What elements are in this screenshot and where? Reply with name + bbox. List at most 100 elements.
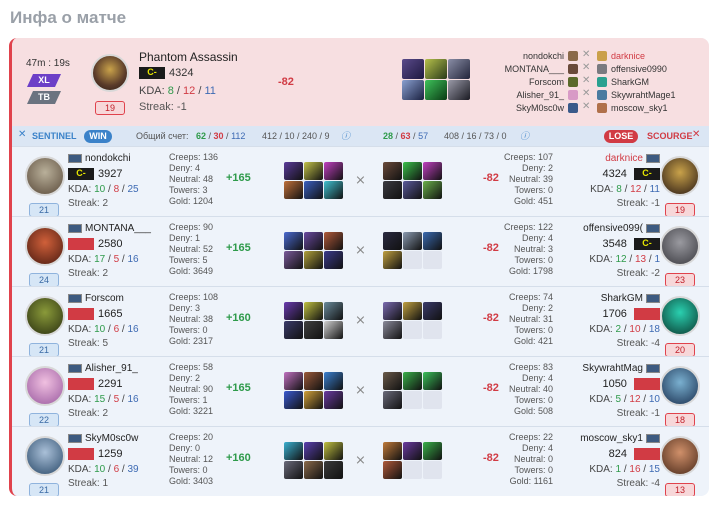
stat-gold: Gold: 3403 <box>169 476 214 486</box>
item-icon <box>304 442 323 460</box>
table-row: 21 SkyM0sc0w 1259 KDA: 10 / 6 / 39 Strea… <box>12 426 709 496</box>
item-icon <box>403 391 422 409</box>
flag-icon <box>646 363 660 373</box>
item-icon <box>402 59 424 79</box>
stat-neutral: Neutral: 52 <box>169 244 214 254</box>
item-icon <box>423 442 442 460</box>
player-name[interactable]: MONTANA___ <box>68 223 151 234</box>
match-card: 47m : 19s XL TB 19 Phantom Assassin C- 43… <box>9 38 709 496</box>
hero-avatar[interactable] <box>660 296 700 336</box>
stat-towers: Towers: 0 <box>514 465 553 475</box>
item-icon <box>403 181 422 199</box>
item-icon <box>383 372 402 390</box>
player-name[interactable]: nondokchi <box>68 153 131 164</box>
player-streak: Streak: 2 <box>68 408 109 419</box>
rank-badge <box>68 238 94 251</box>
item-icon <box>304 181 323 199</box>
player-link[interactable]: moscow_sky1 <box>611 103 668 113</box>
player-link[interactable]: Forscom <box>529 77 564 87</box>
hero-mini-icon <box>597 103 607 113</box>
item-icon <box>402 80 424 100</box>
info-icon[interactable]: ⓘ <box>341 129 350 142</box>
hero-avatar[interactable] <box>660 156 700 196</box>
player-link[interactable]: nondokchi <box>523 51 564 61</box>
stat-neutral: Neutral: 12 <box>169 454 214 464</box>
player-link[interactable]: MONTANA___ <box>505 64 564 74</box>
versus-icon: ✕ <box>582 101 591 112</box>
stat-deny: Deny: 2 <box>521 303 553 313</box>
mvp-items <box>402 59 470 100</box>
hero-avatar[interactable] <box>660 366 700 406</box>
hero-avatar[interactable] <box>25 296 65 336</box>
player-kda: KDA: 17 / 5 / 16 <box>68 254 139 265</box>
versus-icon: ✕ <box>582 88 591 99</box>
item-icon <box>304 461 323 479</box>
flag-icon <box>68 153 82 163</box>
player-link[interactable]: SkyM0sc0w <box>516 103 564 113</box>
item-icon <box>304 232 323 250</box>
stat-deny: Deny: 4 <box>521 233 553 243</box>
item-icon <box>284 461 303 479</box>
player-kda: KDA: 10 / 6 / 39 <box>68 464 139 475</box>
left-team-extra: 412 / 10 / 240 / 9 <box>262 131 330 141</box>
item-icon <box>383 162 402 180</box>
player-rating: 3548 C- <box>602 238 660 251</box>
player-name[interactable]: Alisher_91_ <box>68 363 138 374</box>
item-icon <box>324 442 343 460</box>
player-rating: C- 3927 <box>68 168 122 181</box>
item-icon <box>383 232 402 250</box>
player-name[interactable]: offensive099( <box>583 223 660 234</box>
player-kda: KDA: 10 / 6 / 16 <box>68 324 139 335</box>
player-rating: 4324 C- <box>602 168 660 181</box>
item-icon <box>403 321 422 339</box>
item-icon <box>403 461 422 479</box>
item-icon <box>383 391 402 409</box>
stat-deny: Deny: 3 <box>169 303 201 313</box>
right-items <box>383 372 442 409</box>
table-row: 24 MONTANA___ 2580 KDA: 17 / 5 / 16 Stre… <box>12 216 709 287</box>
left-items <box>284 302 343 339</box>
right-items <box>383 232 442 269</box>
hero-level-badge: 20 <box>665 343 695 357</box>
info-icon[interactable]: ⓘ <box>520 129 529 142</box>
hero-avatar[interactable] <box>25 156 65 196</box>
item-icon <box>403 232 422 250</box>
left-items <box>284 372 343 409</box>
hero-avatar[interactable] <box>25 436 65 476</box>
player-name[interactable]: SharkGM <box>601 293 660 304</box>
item-icon <box>324 251 343 269</box>
versus-icon: ⨯ <box>355 382 366 397</box>
hero-avatar[interactable] <box>660 226 700 266</box>
hero-mini-icon <box>597 64 607 74</box>
player-name[interactable]: SkyM0sc0w <box>68 433 138 444</box>
stat-gold: Gold: 3649 <box>169 266 214 276</box>
mvp-hero-avatar[interactable] <box>91 54 129 92</box>
item-icon <box>284 162 303 180</box>
item-icon <box>324 461 343 479</box>
mvp-rating: C- 4324 <box>139 67 193 80</box>
flag-icon <box>68 433 82 443</box>
player-link[interactable]: darknice <box>611 51 645 61</box>
player-name[interactable]: SkywrahtMag <box>582 363 660 374</box>
player-name[interactable]: moscow_sky1 <box>580 433 660 444</box>
hero-avatar[interactable] <box>25 226 65 266</box>
player-link[interactable]: Alisher_91_ <box>516 90 564 100</box>
player-name[interactable]: darknice <box>605 153 660 164</box>
stat-creeps: Creeps: 74 <box>508 292 553 302</box>
stat-gold: Gold: 2317 <box>169 336 214 346</box>
hero-level-badge: 13 <box>665 483 695 496</box>
item-icon <box>423 372 442 390</box>
rank-badge <box>68 448 94 461</box>
hero-mini-icon <box>568 90 578 100</box>
hero-avatar[interactable] <box>25 366 65 406</box>
player-name[interactable]: Forscom <box>68 293 124 304</box>
hero-avatar[interactable] <box>660 436 700 476</box>
player-link[interactable]: offensive0990 <box>611 64 667 74</box>
player-link[interactable]: SharkGM <box>611 77 649 87</box>
item-icon <box>284 302 303 320</box>
item-icon <box>324 321 343 339</box>
item-icon <box>383 321 402 339</box>
player-streak: Streak: 2 <box>68 268 109 279</box>
player-link[interactable]: SkywrahtMage1 <box>611 90 676 100</box>
item-icon <box>284 391 303 409</box>
